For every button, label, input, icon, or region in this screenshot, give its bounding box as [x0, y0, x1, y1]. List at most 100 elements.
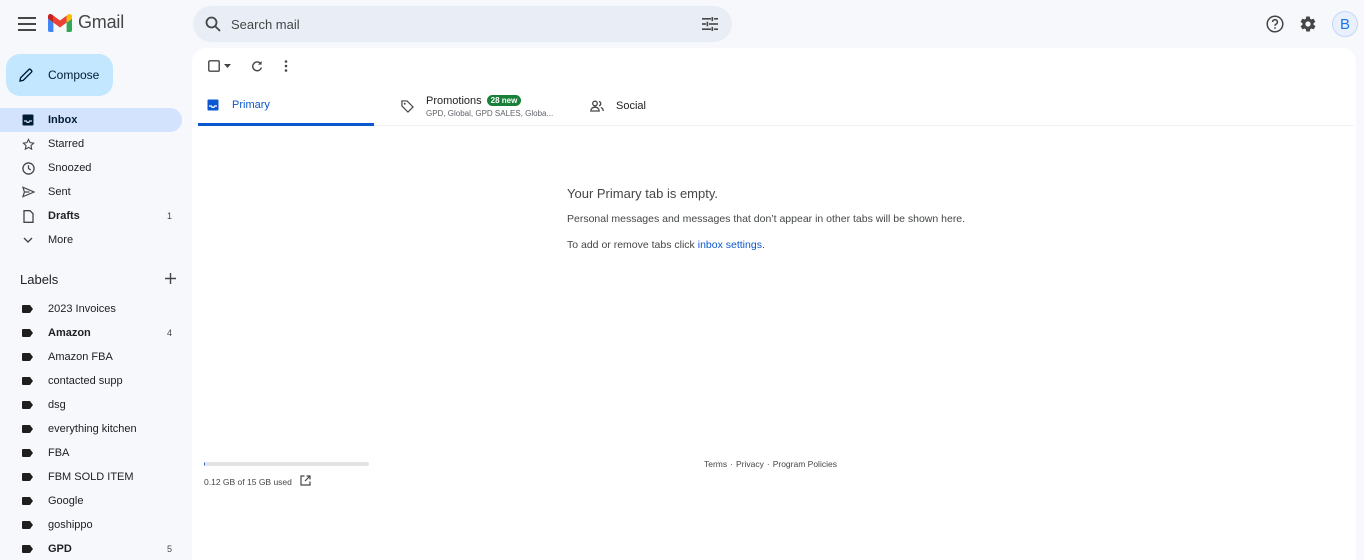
- new-count-badge: 28 new: [486, 95, 522, 106]
- label-item[interactable]: dsg: [0, 393, 182, 417]
- gmail-logo[interactable]: Gmail: [48, 12, 124, 33]
- account-avatar[interactable]: B: [1332, 11, 1358, 37]
- gmail-logo-text: Gmail: [78, 12, 125, 32]
- category-tabs: Primary Promotions 28 new GPD, Global, G…: [198, 86, 1354, 126]
- more-options-button[interactable]: [280, 57, 292, 75]
- inbox-settings-link[interactable]: inbox settings: [698, 239, 762, 251]
- labels-list: 2023 Invoices Amazon 4 Amazon FBA contact…: [0, 297, 182, 560]
- label-item[interactable]: FBA: [0, 441, 182, 465]
- sidebar-item-drafts[interactable]: Drafts 1: [0, 204, 182, 228]
- label-icon: [22, 329, 33, 337]
- select-checkbox[interactable]: [205, 57, 233, 75]
- sidebar-item-label: More: [48, 234, 74, 246]
- label-name: FBA: [48, 447, 70, 459]
- more-vert-icon: [284, 60, 288, 72]
- gear-icon: [1300, 16, 1316, 32]
- label-item[interactable]: Amazon FBA: [0, 345, 182, 369]
- label-name: Amazon: [48, 327, 91, 339]
- sidebar-item-count: 1: [166, 211, 172, 221]
- sidebar-item-label: Sent: [48, 186, 71, 198]
- label-item[interactable]: contacted supp: [0, 369, 182, 393]
- help-icon: [1266, 15, 1284, 33]
- tab-promotions[interactable]: Promotions 28 new GPD, Global, GPD SALES…: [394, 86, 584, 126]
- send-icon: [21, 186, 35, 198]
- create-label-button[interactable]: [165, 272, 176, 287]
- empty-state: Your Primary tab is empty. Personal mess…: [567, 186, 965, 265]
- label-item[interactable]: 2023 Invoices: [0, 297, 182, 321]
- label-name: Google: [48, 495, 84, 507]
- label-name: GPD: [48, 543, 72, 555]
- program-policies-link[interactable]: Program Policies: [773, 459, 837, 469]
- label-icon: [22, 377, 33, 385]
- label-icon: [22, 473, 33, 481]
- label-item[interactable]: FBM SOLD ITEM: [0, 465, 182, 489]
- search-bar[interactable]: [193, 6, 732, 42]
- tab-label: Primary: [232, 98, 270, 111]
- label-name: goshippo: [48, 519, 93, 531]
- sidebar-item-sent[interactable]: Sent: [0, 180, 182, 204]
- label-item[interactable]: GPD 5: [0, 537, 182, 560]
- hint-prefix: To add or remove tabs click: [567, 239, 698, 251]
- label-name: 2023 Invoices: [48, 303, 116, 315]
- clock-icon: [21, 161, 35, 175]
- storage-bar-fill: [204, 462, 206, 466]
- label-icon: [22, 521, 33, 529]
- tag-icon: [400, 99, 414, 113]
- storage-text: 0.12 GB of 15 GB used: [204, 476, 292, 487]
- label-icon: [22, 449, 33, 457]
- sidebar-item-label: Inbox: [48, 114, 78, 126]
- label-item[interactable]: Google: [0, 489, 182, 513]
- empty-state-hint: To add or remove tabs click inbox settin…: [567, 239, 965, 251]
- footer-separator: ·: [730, 459, 733, 469]
- search-icon: [205, 16, 221, 32]
- compose-label: Compose: [48, 68, 100, 82]
- labels-header: Labels: [20, 272, 176, 287]
- sidebar-item-label: Starred: [48, 138, 85, 150]
- label-count: 4: [166, 328, 172, 338]
- sidebar-item-inbox[interactable]: Inbox: [0, 108, 182, 132]
- sidebar-item-more[interactable]: More: [0, 228, 182, 252]
- people-icon: [590, 100, 604, 112]
- caret-down-icon: [223, 64, 231, 68]
- tab-primary[interactable]: Primary: [198, 86, 374, 126]
- sidebar-item-snoozed[interactable]: Snoozed: [0, 156, 182, 180]
- footer-separator: ·: [766, 459, 770, 469]
- label-item[interactable]: Amazon 4: [0, 321, 182, 345]
- gmail-m-icon: [48, 13, 72, 32]
- compose-button[interactable]: Compose: [6, 54, 113, 96]
- tab-label: Social: [616, 100, 646, 112]
- label-name: everything kitchen: [48, 423, 137, 435]
- search-options-button[interactable]: [692, 6, 728, 42]
- label-name: Amazon FBA: [48, 351, 113, 363]
- label-icon: [22, 425, 33, 433]
- empty-state-title: Your Primary tab is empty.: [567, 186, 718, 201]
- terms-link[interactable]: Terms: [704, 459, 727, 469]
- label-icon: [22, 545, 33, 553]
- mail-toolbar: [192, 48, 1356, 84]
- labels-title: Labels: [20, 272, 59, 287]
- label-item[interactable]: everything kitchen: [0, 417, 182, 441]
- inbox-icon: [22, 114, 34, 126]
- manage-storage-button[interactable]: [300, 475, 311, 488]
- support-button[interactable]: [1263, 12, 1287, 36]
- pencil-icon: [19, 68, 33, 82]
- settings-button[interactable]: [1296, 12, 1320, 36]
- main-menu-button[interactable]: [17, 14, 37, 34]
- label-name: dsg: [48, 399, 66, 411]
- refresh-button[interactable]: [248, 57, 266, 75]
- storage-bar: [204, 462, 369, 466]
- storage-meter: 0.12 GB of 15 GB used: [204, 462, 369, 488]
- sidebar-item-starred[interactable]: Starred: [0, 132, 182, 156]
- search-button[interactable]: [195, 6, 231, 42]
- search-input[interactable]: [231, 16, 692, 32]
- label-icon: [22, 497, 33, 505]
- tune-icon: [702, 17, 718, 31]
- tab-social[interactable]: Social: [584, 86, 704, 126]
- draft-icon: [22, 209, 34, 223]
- label-name: FBM SOLD ITEM: [48, 471, 134, 483]
- hint-suffix: .: [761, 239, 765, 251]
- privacy-link[interactable]: Privacy: [736, 459, 764, 469]
- sidebar-item-label: Drafts: [48, 210, 80, 222]
- open-in-new-icon: [300, 475, 311, 486]
- label-item[interactable]: goshippo: [0, 513, 182, 537]
